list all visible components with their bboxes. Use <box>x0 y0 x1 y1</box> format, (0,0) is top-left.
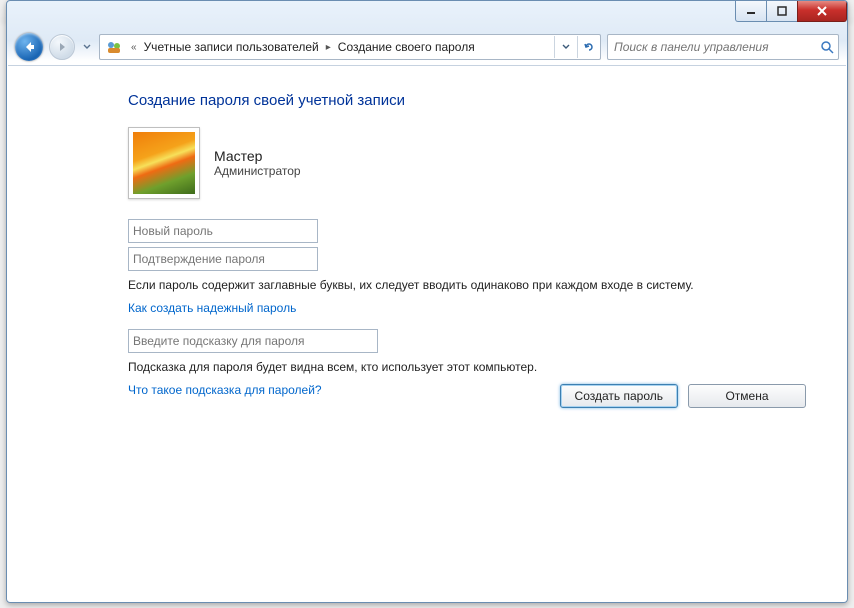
refresh-icon <box>582 40 596 54</box>
close-icon <box>816 5 828 17</box>
create-password-button[interactable]: Создать пароль <box>560 384 678 408</box>
new-password-input[interactable] <box>128 219 318 243</box>
user-name: Мастер <box>214 148 301 164</box>
caption-buttons <box>736 1 847 21</box>
nav-back-button[interactable] <box>15 33 43 61</box>
maximize-button[interactable] <box>766 1 798 22</box>
password-hint-input[interactable] <box>128 329 378 353</box>
breadcrumb-prefix: « <box>126 42 142 53</box>
confirm-password-input[interactable] <box>128 247 318 271</box>
refresh-button[interactable] <box>577 36 600 58</box>
button-row: Создать пароль Отмена <box>560 384 806 408</box>
breadcrumb-separator: ▸ <box>321 42 336 53</box>
maximize-icon <box>777 6 787 16</box>
avatar-image <box>133 132 195 194</box>
close-button[interactable] <box>797 1 847 22</box>
avatar <box>128 127 200 199</box>
address-dropdown[interactable] <box>554 36 577 58</box>
chevron-down-icon <box>83 43 91 51</box>
nav-row: « Учетные записи пользователей ▸ Создани… <box>15 33 839 61</box>
hint-visible-note: Подсказка для пароля будет видна всем, к… <box>128 359 768 375</box>
breadcrumb-level-2[interactable]: Создание своего пароля <box>336 40 477 54</box>
arrow-left-icon <box>22 40 36 54</box>
caps-note: Если пароль содержит заглавные буквы, их… <box>128 277 768 293</box>
nav-history-dropdown[interactable] <box>81 35 93 59</box>
what-is-hint-link[interactable]: Что такое подсказка для паролей? <box>128 383 322 397</box>
chevron-down-icon <box>562 43 570 51</box>
nav-forward-button[interactable] <box>49 34 75 60</box>
explorer-window: « Учетные записи пользователей ▸ Создани… <box>6 0 848 603</box>
cancel-button[interactable]: Отмена <box>688 384 806 408</box>
content-area: Создание пароля своей учетной записи Мас… <box>8 65 846 601</box>
user-role: Администратор <box>214 164 301 178</box>
search-box <box>607 34 839 60</box>
user-block: Мастер Администратор <box>128 127 806 199</box>
page-title: Создание пароля своей учетной записи <box>128 92 806 109</box>
search-input[interactable] <box>608 40 816 54</box>
address-bar[interactable]: « Учетные записи пользователей ▸ Создани… <box>99 34 601 60</box>
breadcrumb-level-1[interactable]: Учетные записи пользователей <box>142 40 321 54</box>
minimize-button[interactable] <box>735 1 767 22</box>
search-icon[interactable] <box>816 40 838 54</box>
user-accounts-icon <box>104 37 124 57</box>
arrow-right-icon <box>56 41 68 53</box>
minimize-icon <box>746 6 756 16</box>
strong-password-link[interactable]: Как создать надежный пароль <box>128 301 296 315</box>
